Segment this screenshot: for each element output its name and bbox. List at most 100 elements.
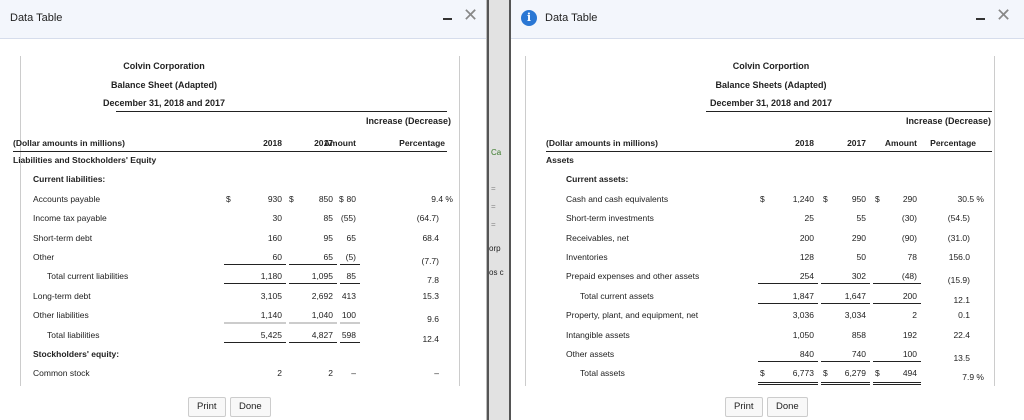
header-rule	[116, 111, 447, 112]
value-2018: 60	[272, 252, 282, 262]
table-row: Liabilities and Stockholders' Equity	[13, 153, 459, 171]
window-title: Data Table	[545, 12, 598, 24]
change-percentage: 15.3	[422, 290, 439, 301]
value-2017: 950	[851, 193, 866, 204]
value-2017: 302	[851, 271, 866, 282]
change-amount: 2	[912, 310, 917, 321]
background-text: Ca	[491, 148, 502, 157]
change-amount: 494	[902, 368, 917, 379]
change-percentage: (64.7)	[416, 213, 439, 224]
underline	[224, 322, 286, 325]
title-bar: i Data Table ✕	[511, 0, 1024, 39]
value-2018: 254	[799, 271, 814, 282]
underline	[289, 264, 337, 265]
table-row: Other 60 65 (5) (7.7)	[21, 250, 459, 268]
change-amount: 200	[902, 290, 917, 301]
column-header-pct: Percentage	[930, 138, 976, 148]
column-header-label: (Dollar amounts in millions)	[13, 138, 125, 148]
value-2017: 55	[856, 213, 866, 224]
change-percentage: 13.5	[953, 353, 970, 363]
value-2017: 85	[323, 213, 333, 224]
change-amount: 290	[902, 193, 917, 204]
underline	[758, 302, 818, 304]
row-label: Intangible assets	[566, 329, 630, 340]
minimize-icon[interactable]	[443, 18, 452, 20]
underline	[873, 302, 921, 304]
table-row: Total liabilities 5,425 4,827 598 12.4	[21, 328, 459, 346]
table-row: Short-term investments 25 55 (30) (54.5)	[526, 211, 994, 229]
table-row: Total current assets 1,847 1,647 200 12.1	[526, 289, 994, 307]
change-percentage: 22.4	[953, 329, 970, 340]
row-label: Short-term investments	[566, 213, 654, 224]
table-row: Receivables, net 200 290 (90) (31.0)	[526, 231, 994, 249]
column-header-amount: Amount	[323, 138, 356, 148]
minimize-icon[interactable]	[976, 18, 985, 20]
underline	[224, 283, 286, 285]
underline	[758, 283, 818, 285]
row-label: Total current assets	[580, 290, 654, 301]
dollar-sign: $	[823, 193, 828, 204]
row-label: Other assets	[566, 349, 615, 359]
value-2017: 1,095	[311, 271, 333, 282]
change-amount: 598	[341, 329, 356, 340]
statement-date: December 31, 2018 and 2017	[102, 98, 226, 108]
change-amount: (90)	[901, 232, 917, 243]
done-button[interactable]: Done	[767, 397, 808, 417]
dollar-sign: $	[289, 193, 294, 204]
row-label: Liabilities and Stockholders' Equity	[13, 155, 157, 165]
change-percentage: 9.4 %	[431, 193, 453, 204]
done-button[interactable]: Done	[230, 397, 271, 417]
column-header-rule	[13, 151, 447, 152]
table-row: Income tax payable 30 85 (55) (64.7)	[21, 211, 459, 229]
statement-statement: Balance Sheets (Adapted)	[715, 80, 827, 90]
underline	[873, 382, 921, 386]
column-header-y2018: 2018	[795, 138, 814, 148]
underline	[340, 264, 360, 265]
change-amount: 100	[902, 349, 917, 359]
table-row: Long-term debt 3,105 2,692 413 15.3	[21, 289, 459, 307]
change-percentage: 30.5 %	[957, 193, 984, 204]
table-row: Other liabilities 1,140 1,040 100 9.6	[21, 308, 459, 326]
value-2017: 4,827	[311, 329, 333, 340]
change-amount: 413	[341, 290, 356, 301]
change-percentage: 156.0	[948, 252, 970, 262]
row-label: Accounts payable	[33, 193, 101, 204]
row-label: Inventories	[566, 252, 608, 262]
close-icon[interactable]: ✕	[463, 5, 478, 26]
header-rule	[706, 111, 992, 112]
change-percentage: –	[434, 368, 439, 379]
change-amount: 78	[907, 252, 917, 262]
row-label: Current assets:	[566, 174, 629, 185]
value-2017: 740	[851, 349, 866, 359]
row-label: Total current liabilities	[47, 271, 129, 282]
value-2018: 930	[267, 193, 282, 204]
underline	[340, 283, 360, 285]
value-2017: 1,647	[844, 290, 866, 301]
underline	[758, 361, 818, 362]
data-table-dialog-right: i Data Table ✕ Colvin Corportion Balance …	[511, 0, 1024, 420]
underline	[873, 361, 921, 362]
title-bar: Data Table ✕	[0, 0, 486, 39]
underline	[224, 341, 286, 343]
underline	[289, 322, 337, 325]
value-2017: 95	[323, 232, 333, 243]
background-window: Ca = = = orp os c	[487, 0, 511, 420]
value-2017: 50	[856, 252, 866, 262]
data-table-dialog-left: Data Table ✕ Colvin Corporation Balance S…	[0, 0, 487, 420]
row-label: Assets	[546, 155, 574, 165]
print-button[interactable]: Print	[725, 397, 763, 417]
change-amount: 192	[902, 329, 917, 340]
row-label: Property, plant, and equipment, net	[566, 310, 699, 321]
print-button[interactable]: Print	[188, 397, 226, 417]
change-percentage: (54.5)	[947, 213, 970, 224]
change-percentage: 12.4	[422, 333, 439, 344]
close-icon[interactable]: ✕	[996, 5, 1011, 26]
background-text: orp	[489, 244, 501, 253]
table-row: Common stock 2 2 – –	[21, 366, 459, 384]
row-label: Stockholders' equity:	[33, 349, 120, 359]
row-label: Cash and cash equivalents	[566, 193, 669, 204]
statement-company: Colvin Corportion	[732, 61, 810, 71]
change-percentage: 9.6	[427, 314, 439, 325]
column-header-y2017: 2017	[847, 138, 866, 148]
window-title: Data Table	[10, 12, 63, 24]
